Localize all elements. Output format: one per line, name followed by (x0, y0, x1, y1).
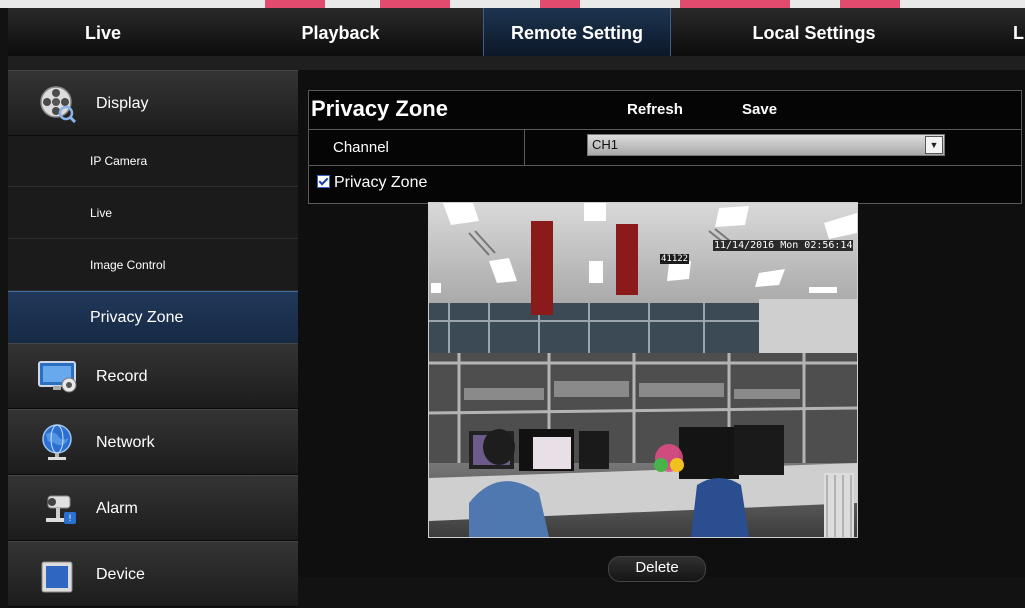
sidebar-item-device[interactable]: Device (8, 541, 298, 607)
sidebar-item-label: Live (90, 206, 113, 220)
sidebar-item-label: Privacy Zone (90, 309, 184, 326)
globe-icon (42, 424, 72, 460)
top-navigation-bar: Live Playback Remote Setting Local Setti… (8, 8, 1025, 56)
device-icon (41, 561, 73, 593)
alarm-camera-icon: ! (46, 495, 76, 524)
sidebar-item-label: Display (96, 95, 149, 112)
privacy-zone-checkbox[interactable]: Privacy Zone (317, 174, 427, 192)
svg-text:!: ! (69, 513, 72, 523)
sidebar-item-label: Device (96, 566, 145, 583)
sidebar-item-record[interactable]: Record (8, 343, 298, 409)
privacy-zone-mask-2[interactable] (616, 224, 638, 295)
chevron-down-icon[interactable]: ▼ (925, 136, 943, 154)
settings-sidebar: Display IP Camera Live Image Control Pri… (8, 70, 298, 607)
film-reel-icon (40, 86, 77, 123)
tab-local-settings[interactable]: Local Settings (728, 8, 900, 56)
row-divider (524, 130, 525, 165)
checkbox-checked-icon[interactable] (317, 175, 330, 188)
sidebar-item-label: Record (96, 368, 148, 385)
camera-id-label: 41122 (660, 254, 690, 264)
privacy-zone-mask-1[interactable] (531, 221, 553, 315)
camera-preview[interactable]: 11/14/2016 Mon 02:56:14 41122 (428, 202, 858, 538)
sidebar-item-alarm[interactable]: ! Alarm (8, 475, 298, 541)
privacy-zone-form: Privacy Zone Refresh Save Channel CH1 ▼ … (308, 90, 1022, 204)
monitor-record-icon (38, 361, 77, 393)
tab-remote-setting[interactable]: Remote Setting (483, 8, 671, 56)
sidebar-item-label: IP Camera (90, 154, 148, 168)
sidebar-item-label: Alarm (96, 500, 138, 517)
sidebar-item-image-control[interactable]: Image Control (8, 239, 298, 291)
tab-next-partial[interactable]: L (1013, 8, 1025, 56)
save-button[interactable]: Save (742, 101, 777, 118)
camera-feed-image (429, 203, 857, 537)
sidebar-item-label: Image Control (90, 258, 166, 272)
channel-select-value: CH1 (592, 137, 619, 152)
delete-button[interactable]: Delete (608, 556, 706, 582)
video-timestamp: 11/14/2016 Mon 02:56:14 (713, 240, 854, 251)
privacy-zone-checkbox-label: Privacy Zone (334, 174, 428, 191)
sidebar-item-privacy-zone[interactable]: Privacy Zone (8, 291, 298, 344)
channel-label: Channel (333, 139, 389, 156)
sidebar-item-display[interactable]: Display (8, 70, 298, 136)
tab-live[interactable]: Live (48, 8, 158, 56)
sidebar-item-live[interactable]: Live (8, 187, 298, 239)
sidebar-item-ip-camera[interactable]: IP Camera (8, 135, 298, 187)
sidebar-item-label: Network (96, 434, 155, 451)
page-title: Privacy Zone (311, 96, 448, 121)
sidebar-item-network[interactable]: Network (8, 409, 298, 475)
tab-playback[interactable]: Playback (278, 8, 403, 56)
channel-select[interactable]: CH1 ▼ (587, 134, 945, 156)
top-banner-strip (0, 0, 1025, 8)
main-content: Privacy Zone Refresh Save Channel CH1 ▼ … (298, 70, 1025, 582)
channel-row: Channel CH1 ▼ (309, 129, 1021, 166)
sub-header-bar (8, 56, 1025, 70)
refresh-button[interactable]: Refresh (627, 101, 683, 118)
